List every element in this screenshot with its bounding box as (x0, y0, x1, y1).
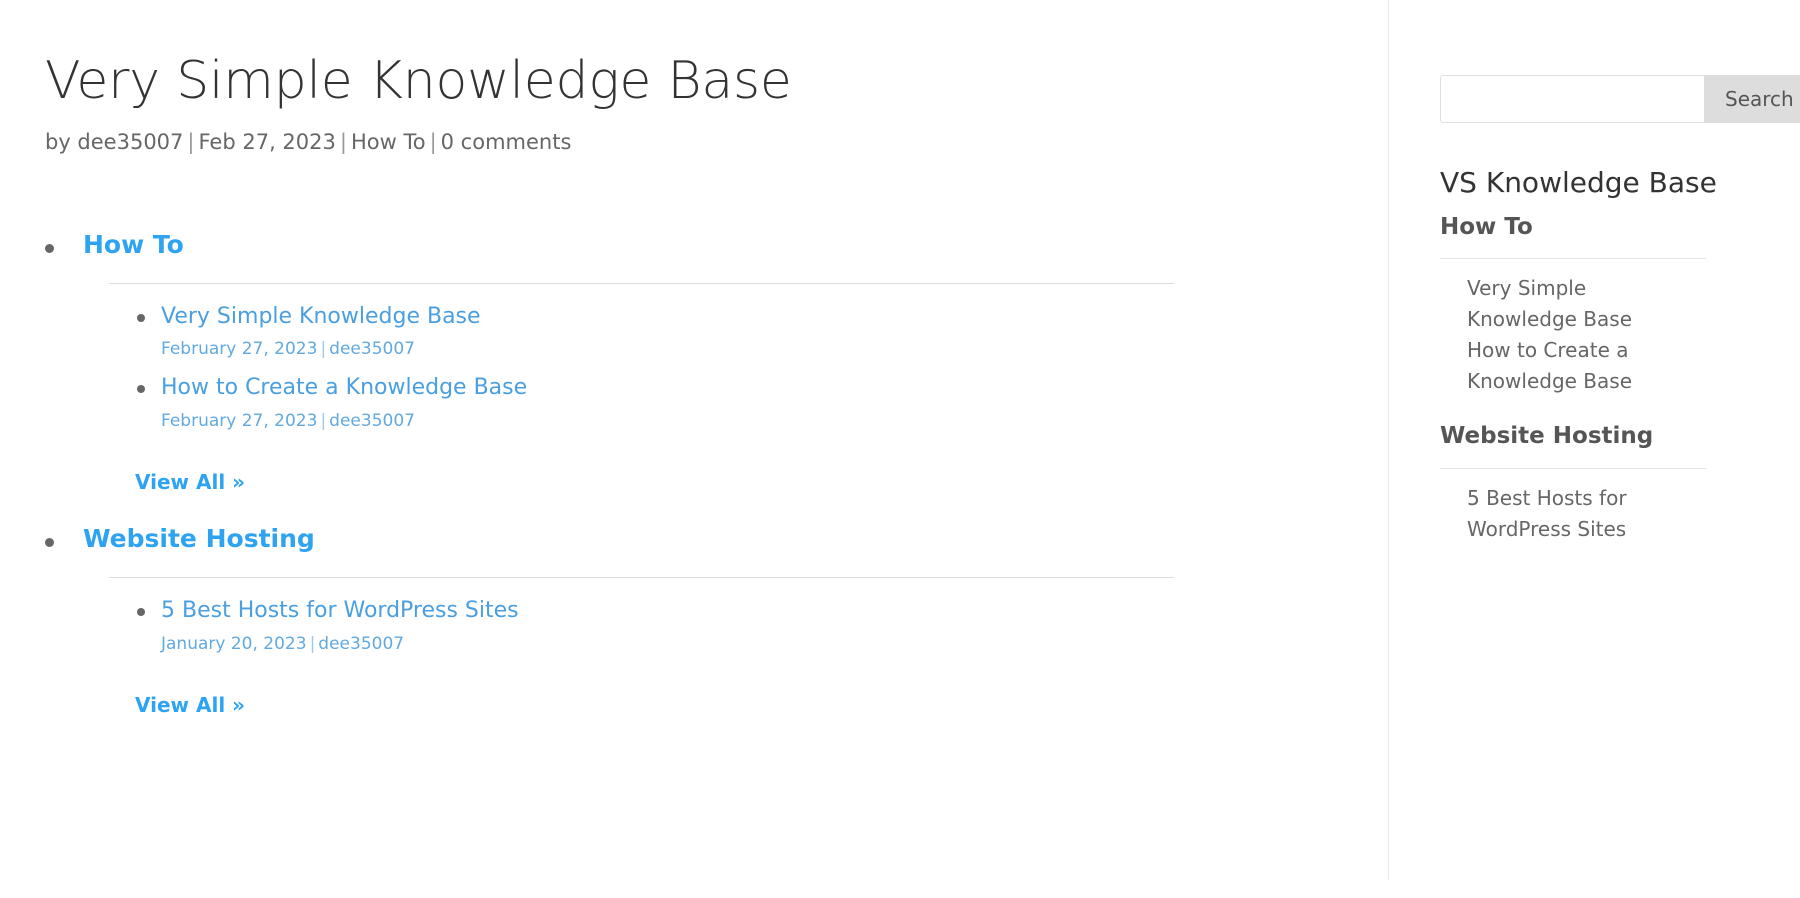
page-title: Very Simple Knowledge Base (45, 51, 792, 111)
post-date: February 27, 2023 (161, 410, 318, 431)
column-divider (1388, 0, 1389, 880)
post-meta-separator: | (320, 339, 327, 360)
post-meta-separator-2: | (339, 130, 347, 155)
list-item: 5 Best Hosts for WordPress Sites (1467, 483, 1745, 545)
bullet-icon (137, 313, 145, 322)
widget-group-title: How To (1440, 213, 1533, 240)
post-meta-comments[interactable]: 0 comments (441, 130, 572, 154)
list-item: 5 Best Hosts for WordPress Sites January… (137, 597, 1295, 655)
knowledge-base-category: How To Very Simple Knowledge Base Februa… (45, 230, 1295, 494)
post-author[interactable]: dee35007 (318, 634, 404, 654)
bullet-icon (45, 243, 54, 253)
post-meta-separator-3: | (429, 130, 437, 155)
category-post-list: 5 Best Hosts for WordPress Sites January… (83, 578, 1295, 655)
post-meta-separator: | (320, 410, 327, 431)
knowledge-base-category: Website Hosting 5 Best Hosts for WordPre… (45, 524, 1295, 717)
knowledge-base-category-list: How To Very Simple Knowledge Base Februa… (45, 158, 1295, 717)
list-item: How to Create a Knowledge Base February … (137, 374, 1295, 432)
post-date: February 27, 2023 (161, 339, 318, 360)
view-all-wrapper: View All » (83, 446, 1295, 494)
view-all-wrapper: View All » (83, 669, 1295, 717)
post-meta-date: Feb 27, 2023 (198, 130, 336, 155)
category-post-list: Very Simple Knowledge Base February 27, … (83, 284, 1295, 432)
page-root: Very Simple Knowledge Base by dee35007 | F… (0, 0, 1800, 898)
list-item: Very Simple Knowledge Base (1467, 273, 1745, 335)
widget-post-link[interactable]: 5 Best Hosts for WordPress Sites (1467, 483, 1699, 545)
category-title-link[interactable]: Website Hosting (83, 524, 315, 554)
post-title-link[interactable]: How to Create a Knowledge Base (161, 375, 527, 400)
list-item: How to Create a Knowledge Base (1467, 335, 1745, 397)
post-meta-category[interactable]: How To (351, 130, 426, 154)
post-meta-author: by dee35007 (45, 130, 184, 155)
list-item: Very Simple Knowledge Base February 27, … (137, 303, 1295, 361)
post-date: January 20, 2023 (161, 633, 307, 654)
post-meta-line: February 27, 2023 | dee35007 (161, 331, 1295, 360)
category-title-link[interactable]: How To (83, 230, 184, 260)
post-title-link[interactable]: 5 Best Hosts for WordPress Sites (161, 598, 519, 623)
widget-title: VS Knowledge Base (1440, 166, 1717, 199)
widget-group: Website Hosting 5 Best Hosts for WordPre… (1440, 397, 1745, 545)
post-meta-line: January 20, 2023 | dee35007 (161, 626, 1295, 655)
bullet-icon (137, 608, 145, 616)
bullet-icon (45, 538, 54, 547)
bullet-icon (137, 385, 145, 394)
search-form: Search (1440, 75, 1800, 123)
post-meta-separator: | (309, 633, 316, 654)
widget-group-title: Website Hosting (1440, 423, 1654, 450)
widget-link-list: Very Simple Knowledge Base How to Create… (1440, 259, 1745, 397)
search-input[interactable] (1440, 75, 1704, 123)
post-meta-separator-1: | (187, 130, 195, 155)
post-author[interactable]: dee35007 (329, 411, 415, 431)
widget-group: How To Very Simple Knowledge Base How to… (1440, 200, 1745, 398)
widget-post-link[interactable]: Very Simple Knowledge Base (1467, 273, 1699, 335)
post-author[interactable]: dee35007 (329, 339, 415, 359)
sidebar: Search VS Knowledge Base How To Very Sim… (1440, 0, 1800, 545)
post-meta: by dee35007 | Feb 27, 2023 | How To | 0 commen… (45, 110, 1295, 157)
post-title-link[interactable]: Very Simple Knowledge Base (161, 304, 481, 329)
widget-post-link[interactable]: How to Create a Knowledge Base (1467, 335, 1699, 397)
view-all-link[interactable]: View All » (135, 693, 245, 717)
widget-link-list: 5 Best Hosts for WordPress Sites (1440, 469, 1745, 545)
main-content-column: Very Simple Knowledge Base by dee35007 | F… (45, 0, 1295, 747)
post-meta-line: February 27, 2023 | dee35007 (161, 403, 1295, 432)
search-button[interactable]: Search (1704, 75, 1800, 123)
view-all-link[interactable]: View All » (135, 470, 245, 494)
